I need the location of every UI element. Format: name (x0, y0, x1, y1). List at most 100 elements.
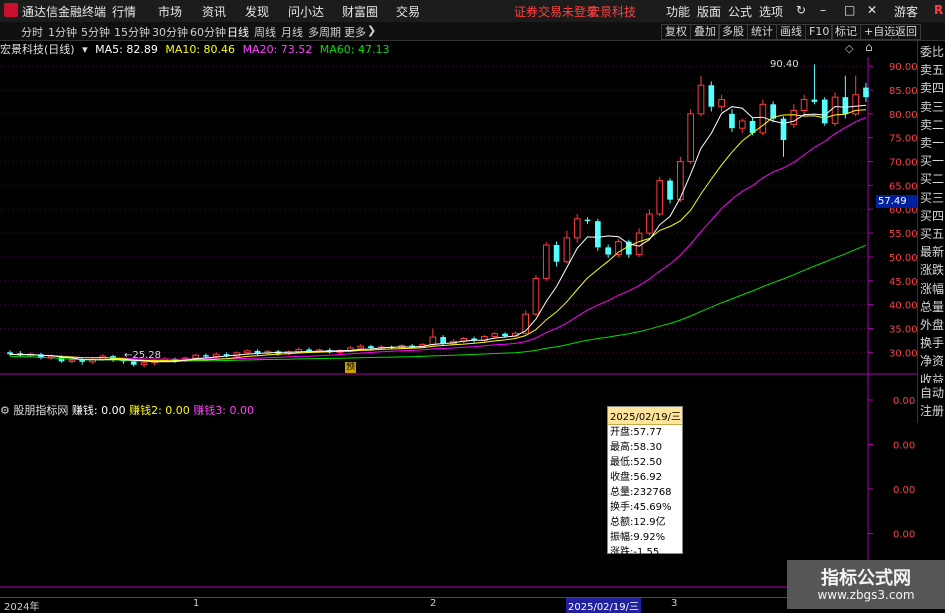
candle-body (595, 221, 601, 248)
current-price-badge: 57.49 (876, 195, 919, 208)
y-tick-label: 65.00 (889, 181, 917, 192)
candle-body (863, 87, 869, 98)
period-15min[interactable]: 15分钟 (114, 24, 150, 40)
period-more[interactable]: 更多 (344, 24, 366, 40)
ma-lines (9, 104, 867, 363)
maximize-icon[interactable]: □ (844, 3, 855, 17)
close-icon[interactable]: ✕ (867, 3, 877, 17)
menu-item-wealth[interactable]: 财富圈 (342, 3, 378, 20)
register-button[interactable]: 注册 (919, 402, 945, 420)
diamond-icon[interactable]: ◇ (845, 42, 853, 55)
stats-button[interactable]: 统计 (747, 24, 777, 40)
event-marker[interactable]: 预 (345, 362, 356, 373)
date-axis: 2024年 1 2 2025/02/19/三 3 (0, 597, 917, 613)
candle-body (811, 99, 818, 102)
quote-field-label: 卖一 (919, 136, 944, 150)
kline-chart[interactable]: 90.0085.0080.0075.0070.0065.0060.0055.00… (0, 57, 917, 375)
adjust-button[interactable]: 复权 (661, 24, 691, 40)
auto-button[interactable]: 自动 (919, 384, 945, 402)
candle-body (780, 118, 787, 141)
y-tick-label: 35.00 (889, 324, 917, 335)
period-5min[interactable]: 5分钟 (81, 24, 110, 40)
price-axis: 90.0085.0080.0075.0070.0065.0060.0055.00… (868, 62, 917, 359)
login-notice[interactable]: 证券交易未登录 (514, 3, 598, 20)
candle-body (718, 99, 725, 108)
candle-body (635, 232, 643, 256)
popup-close: 收盘:56.92 (610, 472, 662, 483)
candle-body (502, 333, 508, 337)
app-logo-icon (4, 3, 18, 17)
draw-button[interactable]: 画线 (776, 24, 806, 40)
period-day[interactable]: 日线 (227, 24, 249, 40)
ma10-label: MA10: 80.46 (165, 43, 236, 56)
chart-grid (0, 57, 869, 375)
candle-body (708, 85, 715, 107)
mark-button[interactable]: 标记 (831, 24, 861, 40)
candle-body (357, 345, 364, 349)
refresh-icon[interactable]: ↻ (796, 3, 806, 17)
quote-field-label: 卖二 (919, 117, 944, 132)
candle-body (440, 337, 446, 344)
app-title: 通达信金融终端 (22, 5, 107, 19)
quote-field-label: 买二 (919, 172, 944, 187)
menu-item-trade[interactable]: 交易 (396, 3, 420, 20)
menu-item-market[interactable]: 市场 (158, 3, 182, 20)
r-icon[interactable]: R (934, 3, 943, 17)
indicator-axis: 0.000.000.000.000.00 (868, 396, 915, 585)
popup-high: 最高:58.30 (610, 442, 662, 453)
date-label-selected: 2025/02/19/三 (566, 598, 642, 613)
quote-field-label: 委比 (919, 45, 944, 59)
menu-item-ask[interactable]: 问小达 (288, 3, 324, 20)
overlay-button[interactable]: 叠加 (690, 24, 720, 40)
candle-body (842, 97, 849, 114)
popup-amplitude: 振幅:9.92% (610, 532, 666, 543)
multi-stock-button[interactable]: 多股 (718, 24, 748, 40)
back-button[interactable]: 返回 (891, 24, 921, 40)
candle-body (790, 110, 798, 125)
date-label-feb: 2 (430, 598, 437, 609)
candle-body (429, 336, 437, 346)
menu-item-discover[interactable]: 发现 (245, 3, 269, 20)
y-tick-label: 70.00 (889, 158, 917, 169)
period-tick[interactable]: 分时 (21, 24, 43, 40)
menu-item-layout[interactable]: 版面 (697, 3, 721, 20)
indicator-chart[interactable]: 0.000.000.000.000.00 (0, 375, 917, 597)
candle-body (368, 346, 374, 349)
period-60min[interactable]: 60分钟 (190, 24, 226, 40)
period-month[interactable]: 月线 (281, 24, 303, 40)
user-label[interactable]: 游客 (894, 3, 918, 20)
ma10-line (9, 109, 867, 362)
period-week[interactable]: 周线 (254, 24, 276, 40)
dropdown-icon[interactable]: ▾ (82, 43, 88, 56)
candle-body (192, 354, 199, 359)
lock-icon[interactable]: ⌂ (865, 40, 873, 54)
y-tick-label: 75.00 (889, 134, 917, 145)
quote-field-label: 最新 (919, 245, 944, 260)
candle-body (687, 113, 695, 163)
period-multi[interactable]: 多周期 (308, 24, 341, 40)
minimize-icon[interactable]: – (820, 3, 826, 17)
f10-button[interactable]: F10 (805, 24, 834, 40)
candle-body (491, 333, 499, 338)
stock-name-label: 宏景科技(日线) (0, 43, 75, 56)
y-tick-label: 90.00 (889, 62, 917, 73)
menu-item-quotes[interactable]: 行情 (112, 3, 136, 20)
candle-body (542, 244, 550, 279)
menu-item-options[interactable]: 选项 (759, 3, 783, 20)
candle-body (553, 245, 560, 262)
menu-item-formula[interactable]: 公式 (728, 3, 752, 20)
low-price-label: ←25.28 (124, 350, 162, 361)
watermark: 指标公式网 www.zbgs3.com (787, 560, 945, 609)
side-buttons: 自动 注册 (917, 383, 945, 423)
chevron-right-icon[interactable]: ❯ (367, 24, 376, 37)
candle-body (759, 103, 767, 134)
menu-item-function[interactable]: 功能 (666, 3, 690, 20)
period-1min[interactable]: 1分钟 (48, 24, 77, 40)
quote-field-label: 买三 (919, 190, 944, 205)
candle-body (532, 277, 540, 315)
menu-item-news[interactable]: 资讯 (202, 3, 226, 20)
candle-body (821, 99, 828, 124)
candle-body (243, 350, 251, 354)
date-label-2024: 2024年 (4, 602, 40, 613)
period-30min[interactable]: 30分钟 (152, 24, 188, 40)
